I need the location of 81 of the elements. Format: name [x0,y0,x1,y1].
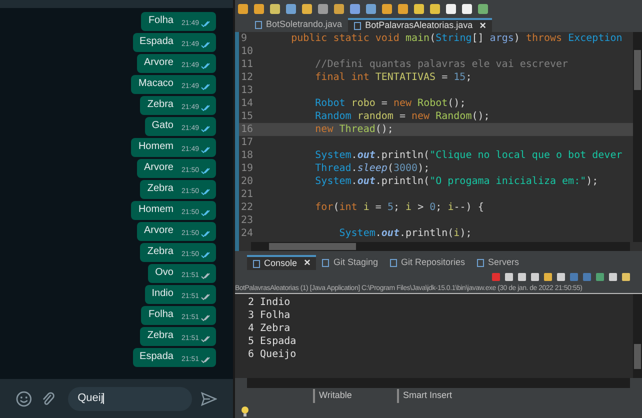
message-text: Macaco [138,76,174,90]
line-number: 23 [240,214,254,227]
line-number: 20 [240,175,254,188]
message-text: Zebra [147,328,174,342]
output-line: 2 Indio [248,296,292,309]
line-number: 22 [240,201,254,214]
line-number: 15 [240,110,254,123]
code-line: Random random = new Random(); [314,110,490,123]
tab-label: Console [264,256,298,270]
line-number: 12 [240,71,254,84]
code-line: System.out.println("O progama inicializa em:"); [314,175,598,188]
file-icon [390,258,397,266]
message-text: Espada [140,34,174,48]
message-text: Folha [148,308,174,322]
status-text: Writable [313,389,393,403]
output-line: 5 Espada [248,335,298,348]
message-text: Folha [148,14,174,28]
file-icon [354,22,362,30]
input-text: Queij [78,391,104,406]
output-line: 6 Queijo [248,348,298,361]
line-number: 10 [240,45,254,58]
horizontal-scrollbar[interactable] [247,378,630,388]
message-text: Arvore [144,224,174,238]
message-text: Homem [138,140,174,154]
code-line: for(int i = 5; i > 0; i--) { [314,201,484,214]
tab-label: BotPalavrasAleatorias.java [365,19,473,32]
message-text: Zebra [147,182,174,196]
vertical-scrollbar[interactable] [633,294,642,378]
line-number: 13 [240,84,254,97]
view-tab[interactable]: Git Staging [316,255,384,270]
close-icon[interactable]: × [480,18,486,34]
view-tab[interactable]: Servers [471,255,526,270]
line-number: 24 [240,227,254,240]
tab-label: Servers [488,256,520,269]
vertical-scrollbar[interactable] [633,32,642,242]
line-number: 21 [240,188,254,201]
message-text: Arvore [144,56,174,70]
code-line: public static void main(String[] args) throws Exception [290,32,622,45]
message-text: Gato [152,118,174,132]
close-icon[interactable]: × [304,255,310,272]
status-text: Smart Insert [397,389,497,403]
file-icon [322,258,330,266]
file-icon [255,21,262,29]
code-line: final int TENTATIVAS = 15; [314,71,472,84]
code-line: System.out.println(i); [338,227,472,240]
message-text: Arvore [144,160,174,174]
message-input[interactable]: Queij [68,386,192,410]
view-tab[interactable]: Console × [247,255,316,270]
code-line: System.out.println("Clique no local que o bot dever [314,149,622,162]
tab-label: Git Staging [333,256,378,269]
code-line: new Thread(); [314,123,394,136]
code-line: //Defini quantas palavras ele vai escrever [314,58,568,71]
horizontal-scrollbar[interactable] [251,242,630,251]
message-text: Ovo [155,266,174,280]
code-line: Robot robo = new Robot(); [314,97,466,110]
lightbulb-icon[interactable] [241,406,249,416]
emoji-icon[interactable] [16,390,32,406]
message-text: Indio [152,286,174,300]
send-icon[interactable] [201,392,218,406]
view-tab[interactable]: Git Repositories [384,255,472,270]
editor-tab[interactable]: BotPalavrasAleatorias.java × [348,18,492,32]
message-text: Zebra [147,98,174,112]
file-icon [477,258,484,266]
output-line: 4 Zebra [248,322,292,335]
line-number: 11 [240,58,254,71]
paperclip-icon[interactable] [40,390,55,406]
message-text: Espada [140,350,174,364]
line-number: 17 [240,136,254,149]
line-number: 14 [240,97,254,110]
line-number: 16 [240,123,254,136]
line-number: 19 [240,162,254,175]
message-text: Zebra [147,244,174,258]
tab-label: Git Repositories [401,256,466,269]
line-number: 9 [240,32,248,45]
line-number: 18 [240,149,254,162]
message-text: Homem [138,202,174,216]
tab-label: BotSoletrando.java [266,18,342,32]
output-line: 3 Folha [248,309,292,322]
editor-tab[interactable]: BotSoletrando.java [249,18,348,32]
code-line: Thread.sleep(3000); [314,162,430,175]
file-icon [253,260,260,268]
